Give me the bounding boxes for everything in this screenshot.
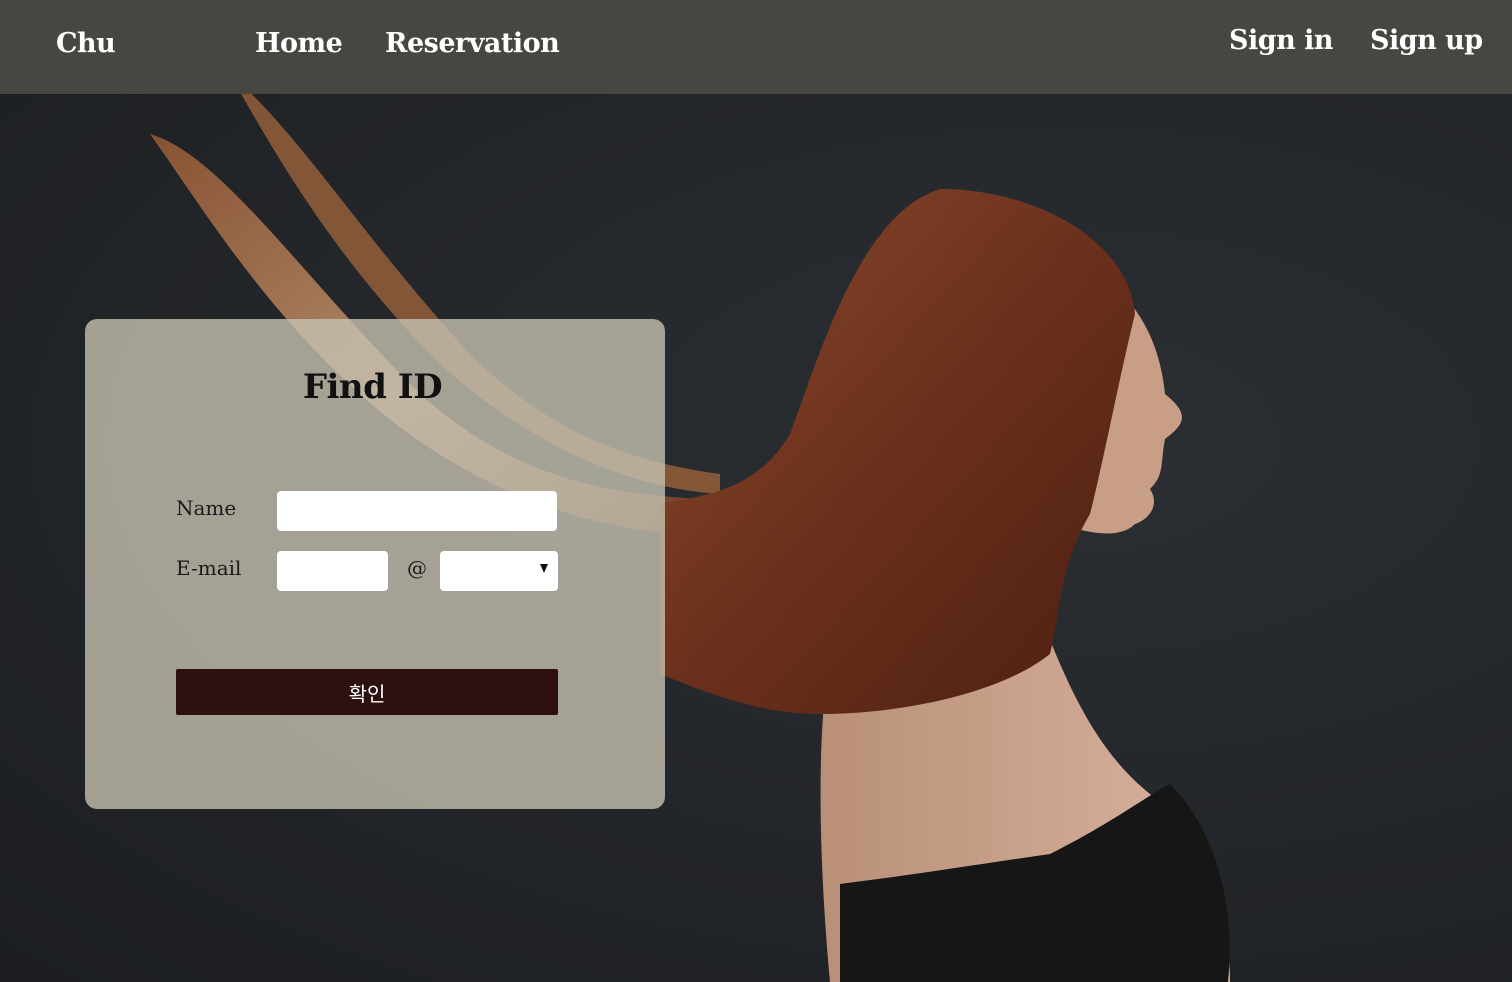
find-id-title: Find ID xyxy=(302,367,443,407)
find-id-card: Find ID Name E-mail @ 확인 xyxy=(85,319,665,809)
top-navbar: Chu Home Reservation Sign in Sign up xyxy=(0,0,1512,94)
brand-logo[interactable]: Chu xyxy=(56,28,116,59)
email-id-input[interactable] xyxy=(277,551,388,591)
confirm-button[interactable]: 확인 xyxy=(176,669,558,715)
name-label: Name xyxy=(176,496,237,520)
email-label: E-mail xyxy=(176,556,242,580)
caret-down-icon xyxy=(540,564,548,573)
name-input[interactable] xyxy=(277,491,557,531)
nav-home-link[interactable]: Home xyxy=(255,28,343,59)
email-domain-select[interactable] xyxy=(440,551,558,591)
nav-reservation-link[interactable]: Reservation xyxy=(385,28,560,59)
at-sign: @ xyxy=(407,556,427,580)
sign-in-link[interactable]: Sign in xyxy=(1229,25,1334,56)
sign-up-link[interactable]: Sign up xyxy=(1370,25,1483,56)
